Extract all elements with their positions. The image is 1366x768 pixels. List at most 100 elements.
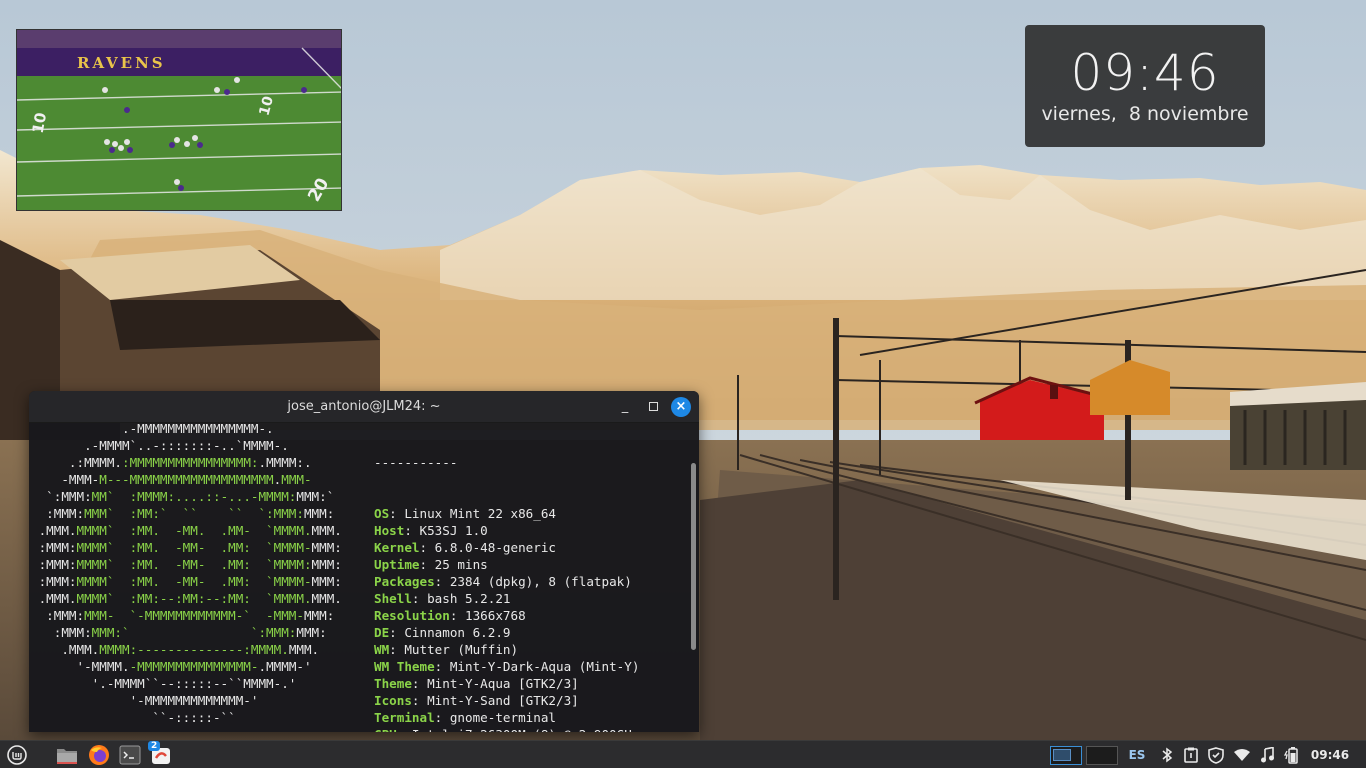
info-line: Shell: bash 5.2.21	[374, 590, 647, 607]
info-key: WM	[374, 642, 390, 657]
info-line: WM: Mutter (Muffin)	[374, 641, 647, 658]
close-icon: ×	[675, 399, 687, 414]
logo-segment: MMM:	[311, 574, 342, 589]
football-video-overlay[interactable]: RAVENS 10 10 20	[16, 29, 342, 211]
info-line: Host: K53SJ 1.0	[374, 522, 647, 539]
taskbar-panel: 2 ES 09:46	[0, 740, 1366, 768]
info-line: Uptime: 25 mins	[374, 556, 647, 573]
logo-segment: :MMM:	[31, 506, 85, 521]
info-value: K53SJ 1.0	[419, 523, 488, 538]
logo-segment: MMMM` :MM. -MM- .MM: `MMMM-	[76, 574, 312, 589]
panel-clock[interactable]: 09:46	[1306, 743, 1354, 767]
logo-segment: :MMM:	[31, 574, 77, 589]
update-manager-button[interactable]	[1206, 743, 1226, 767]
keyboard-layout-indicator[interactable]: ES	[1124, 743, 1150, 767]
logo-segment: .MMM.	[31, 591, 77, 606]
logo-line: ``-:::::-``	[31, 709, 342, 726]
info-line: Icons: Mint-Y-Sand [GTK2/3]	[374, 692, 647, 709]
logo-segment: .MMMM:.	[258, 455, 312, 470]
network-button[interactable]	[1232, 743, 1252, 767]
logo-segment: MM` :MMMM:....::-...-MMMM:	[91, 489, 297, 504]
logo-segment: :MMM:	[31, 625, 92, 640]
info-key: Theme	[374, 676, 412, 691]
logo-line: -MMM-M---MMMMMMMMMMMMMMMMMMM.MMM-	[31, 471, 342, 488]
logo-line: '-MMMM.-MMMMMMMMMMMMMMM-.MMMM-'	[31, 658, 342, 675]
logo-line: .-MMMMMMMMMMMMMMMM-.	[31, 423, 342, 437]
power-button[interactable]	[1282, 743, 1302, 767]
terminal-titlebar[interactable]: jose_antonio@JLM24: ~ _ ×	[29, 391, 699, 423]
logo-segment: '-MMMM.	[31, 659, 130, 674]
logo-segment: .-MMMM`..-:::::::-..`MMMM-.	[31, 438, 289, 453]
clipboard-button[interactable]	[1182, 743, 1200, 767]
info-value: Cinnamon 6.2.9	[404, 625, 511, 640]
info-line: CPU: Intel i7-2630QM (8) @ 2.900GHz	[374, 726, 647, 732]
logo-line: :MMM:MMM- `-MMMMMMMMMMMM-` -MMM-MMM:	[31, 607, 342, 624]
clock-desklet[interactable]: 09:46 viernes, 8 noviembre	[1025, 25, 1265, 147]
logo-segment: -MMM-	[31, 472, 100, 487]
maximize-icon	[648, 402, 658, 411]
info-colon: :	[419, 540, 435, 555]
info-value: 1366x768	[465, 608, 526, 623]
music-note-icon	[1261, 747, 1274, 763]
logo-segment: MMM:	[296, 625, 327, 640]
logo-segment: MMM:	[311, 557, 342, 572]
terminal-launcher[interactable]	[117, 743, 143, 767]
menu-icon	[7, 745, 27, 765]
info-key: CPU	[374, 727, 397, 732]
logo-line: .-MMMM`..-:::::::-..`MMMM-.	[31, 437, 342, 454]
info-value: Mint-Y-Dark-Aqua (Mint-Y)	[449, 659, 640, 674]
info-key: WM Theme	[374, 659, 435, 674]
logo-segment: .-MMMMMMMMMMMMMMMM-.	[31, 423, 274, 436]
info-value: 25 mins	[434, 557, 488, 572]
info-separator: -----------	[374, 455, 458, 470]
maximize-button[interactable]	[643, 397, 663, 417]
terminal-output[interactable]: .-MMMMMMMMMMMMMMMM-. .-MMMM`..-:::::::-.…	[29, 423, 689, 732]
logo-segment: MMM.	[311, 523, 342, 538]
info-key: Icons	[374, 693, 412, 708]
minimize-button[interactable]: _	[615, 397, 635, 417]
logo-segment: MMMM` :MM. -MM- .MM: `MMMM:	[76, 557, 312, 572]
terminal-window[interactable]: jose_antonio@JLM24: ~ _ × .-MMMMMMMMMMMM…	[29, 391, 699, 732]
logo-segment: MMMM` :MM:--:MM:--:MM: `MMMM.	[76, 591, 312, 606]
logo-segment: MMMM:--------------:MMMM.	[99, 642, 289, 657]
info-key: OS	[374, 506, 390, 521]
firefox-icon	[89, 745, 109, 765]
logo-segment: .MMMM-'	[258, 659, 312, 674]
info-value: gnome-terminal	[449, 710, 556, 725]
info-line: Terminal: gnome-terminal	[374, 709, 647, 726]
firefox-launcher[interactable]	[86, 743, 112, 767]
sound-button[interactable]	[1258, 743, 1276, 767]
menu-button[interactable]	[4, 743, 30, 767]
logo-segment: MMM:`	[296, 489, 335, 504]
info-value: Mutter (Muffin)	[404, 642, 519, 657]
terminal-icon	[119, 745, 141, 765]
workspace-2[interactable]	[1086, 746, 1118, 765]
info-colon: :	[449, 608, 465, 623]
terminal-scrollbar[interactable]	[691, 463, 696, 650]
logo-segment: MMM-	[281, 472, 312, 487]
info-key: Uptime	[374, 557, 420, 572]
info-colon: :	[434, 659, 450, 674]
close-button[interactable]: ×	[671, 397, 691, 417]
info-value: bash 5.2.21	[427, 591, 511, 606]
logo-segment: :MMMMMMMMMMMMMMMM:	[122, 455, 259, 470]
info-value: Linux Mint 22 x86_64	[404, 506, 556, 521]
battery-charging-icon	[1284, 747, 1298, 764]
info-line: Resolution: 1366x768	[374, 607, 647, 624]
logo-segment: MMM:	[303, 506, 335, 521]
neofetch-info: ----------- OS: Linux Mint 22 x86_64 Host…	[374, 423, 647, 732]
info-line: WM Theme: Mint-Y-Dark-Aqua (Mint-Y)	[374, 658, 647, 675]
logo-line: .MMM.MMMM` :MM. -MM. .MM- `MMMM.MMM.	[31, 522, 342, 539]
notification-badge: 2	[148, 741, 161, 751]
info-colon: :	[434, 574, 450, 589]
software-launcher[interactable]: 2	[148, 741, 174, 767]
logo-segment: .MMM.	[31, 642, 100, 657]
info-key: Terminal	[374, 710, 435, 725]
logo-segment: ``-:::::-``	[31, 710, 236, 725]
info-colon: :	[434, 710, 450, 725]
logo-line: .MMM.MMMM` :MM:--:MM:--:MM: `MMMM.MMM.	[31, 590, 342, 607]
workspace-1[interactable]	[1050, 746, 1082, 765]
files-launcher[interactable]	[54, 743, 80, 767]
bluetooth-button[interactable]	[1158, 743, 1176, 767]
logo-segment: `:MMM:	[31, 489, 92, 504]
